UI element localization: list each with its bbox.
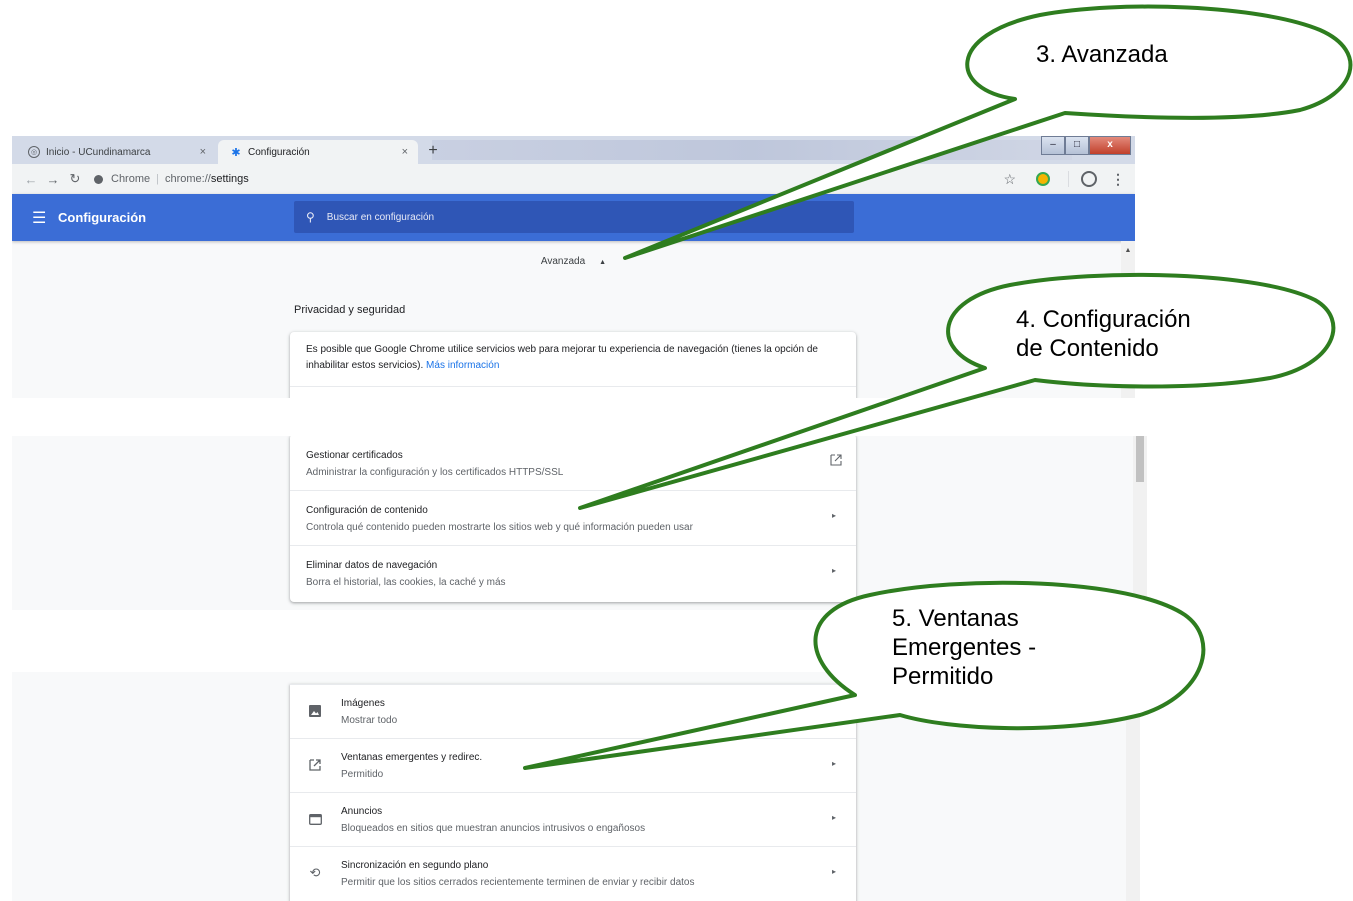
row-content-settings[interactable]: Configuración de contenido Controla qué … xyxy=(290,490,856,545)
chevron-right-icon: ▸ xyxy=(831,867,836,876)
caret-up-icon: ▲ xyxy=(599,259,607,266)
callout-step5-line2: Emergentes - xyxy=(892,634,1037,661)
ads-icon xyxy=(307,811,323,827)
callout-step4-line2: de Contenido xyxy=(1016,335,1159,362)
more-vert-icon[interactable]: ⋮ xyxy=(1111,171,1125,188)
privacy-card: Es posible que Google Chrome utilice ser… xyxy=(290,332,856,398)
settings-screenshot-bottom: Imágenes Mostrar todo Ventanas emergente… xyxy=(12,672,1140,901)
window-controls: – □ x xyxy=(1041,136,1131,155)
row-title: Configuración de contenido xyxy=(306,505,428,516)
callout-step3-text: 3. Avanzada xyxy=(1036,41,1168,68)
callout-step4-text: 4. Configuración de Contenido xyxy=(1016,305,1256,363)
row-clear-browsing-data[interactable]: Eliminar datos de navegación Borra el hi… xyxy=(290,545,856,600)
maximize-button[interactable]: □ xyxy=(1065,136,1089,155)
row-popups[interactable]: Ventanas emergentes y redirec. Permitido… xyxy=(290,738,856,793)
callout-step5-line3: Permitido xyxy=(892,663,994,690)
star-icon[interactable]: ☆ xyxy=(1003,171,1016,188)
row-subtitle: Borra el historial, las cookies, la cach… xyxy=(306,577,506,588)
forward-icon[interactable]: → xyxy=(42,172,64,187)
row-ads[interactable]: Anuncios Bloqueados en sitios que muestr… xyxy=(290,792,856,847)
row-manage-certificates[interactable]: Gestionar certificados Administrar la co… xyxy=(290,436,856,490)
callout-step5-text: 5. Ventanas Emergentes - Permitido xyxy=(892,604,1092,691)
row-subtitle: Administrar la configuración y los certi… xyxy=(306,467,564,478)
content-card: Imágenes Mostrar todo Ventanas emergente… xyxy=(290,684,856,901)
chrome-icon xyxy=(94,174,103,184)
back-icon[interactable]: ← xyxy=(20,172,42,187)
security-card: Gestionar certificados Administrar la co… xyxy=(290,436,856,602)
menu-icon[interactable]: ☰ xyxy=(32,208,46,228)
tab-label: Inicio - UCundinamarca xyxy=(46,146,151,158)
extension-icon[interactable] xyxy=(1036,172,1050,186)
chevron-right-icon: ▸ xyxy=(831,759,836,768)
row-title: Ventanas emergentes y redirec. xyxy=(341,752,483,763)
row-subtitle: Permitido xyxy=(341,769,384,780)
learn-more-link[interactable]: Más información xyxy=(426,360,499,371)
scrollbar[interactable] xyxy=(1126,672,1140,901)
scrollbar[interactable] xyxy=(1133,436,1147,610)
row-images[interactable]: Imágenes Mostrar todo xyxy=(290,684,856,739)
row-background-sync[interactable]: ⟲ Sincronización en segundo plano Permit… xyxy=(290,846,856,901)
search-box[interactable]: ⚲ xyxy=(294,201,854,233)
chevron-right-icon: ▸ xyxy=(831,511,836,520)
settings-header: ☰ Configuración ⚲ xyxy=(12,194,1135,241)
omnibox[interactable]: Chrome | chrome://settings xyxy=(94,173,249,185)
tabstrip-background xyxy=(432,140,1072,160)
callout-step4-line1: 4. Configuración xyxy=(1016,306,1191,333)
toolbar-right: ☆ ⋮ xyxy=(1003,164,1135,194)
tab-label: Configuración xyxy=(248,146,310,158)
tab-inicio[interactable]: ◎ Inicio - UCundinamarca × xyxy=(16,140,216,164)
row-title: Imágenes xyxy=(341,698,385,709)
row-subtitle: Mostrar todo xyxy=(341,715,398,726)
image-icon xyxy=(307,703,323,719)
omnibox-url: chrome://settings xyxy=(164,173,249,185)
toolbar: ← → ↻ Chrome | chrome://settings ☆ ⋮ xyxy=(12,164,1135,195)
site-globe-icon: ◎ xyxy=(28,146,40,158)
toolbar-divider xyxy=(1068,171,1069,187)
row-subtitle: Controla qué contenido pueden mostrarte … xyxy=(306,522,693,533)
page-title: Configuración xyxy=(58,210,147,225)
privacy-intro: Es posible que Google Chrome utilice ser… xyxy=(290,332,856,384)
advanced-toggle[interactable]: Avanzada ▲ xyxy=(12,256,1135,267)
settings-screenshot-top: ◎ Inicio - UCundinamarca × ✱ Configuraci… xyxy=(12,136,1135,398)
callout-step5-line1: 5. Ventanas xyxy=(892,605,1019,632)
close-window-button[interactable]: x xyxy=(1089,136,1131,155)
profile-icon[interactable] xyxy=(1081,171,1097,187)
chevron-right-icon: ▸ xyxy=(831,566,836,575)
advanced-label: Avanzada xyxy=(540,256,586,267)
settings-screenshot-middle: Gestionar certificados Administrar la co… xyxy=(12,436,1147,610)
section-title: Privacidad y seguridad xyxy=(294,304,406,316)
new-tab-button[interactable]: + xyxy=(423,142,443,160)
open-in-new-icon xyxy=(830,454,842,466)
tab-close-icon[interactable]: × xyxy=(200,146,206,158)
privacy-intro-text: Es posible que Google Chrome utilice ser… xyxy=(306,344,818,371)
scroll-up-icon[interactable]: ▲ xyxy=(1121,247,1135,254)
row-title: Eliminar datos de navegación xyxy=(306,560,438,571)
row-title: Gestionar certificados xyxy=(306,450,403,461)
row-title: Sincronización en segundo plano xyxy=(341,860,489,871)
divider xyxy=(290,386,856,387)
search-icon: ⚲ xyxy=(306,210,315,224)
tab-strip: ◎ Inicio - UCundinamarca × ✱ Configuraci… xyxy=(12,136,1135,164)
row-title: Anuncios xyxy=(341,806,383,817)
chevron-right-icon: ▸ xyxy=(831,813,836,822)
tab-configuracion[interactable]: ✱ Configuración × xyxy=(218,140,418,164)
row-subtitle: Permitir que los sitios cerrados recient… xyxy=(341,877,695,888)
minimize-button[interactable]: – xyxy=(1041,136,1065,155)
search-input[interactable] xyxy=(324,210,729,224)
sync-icon: ⟲ xyxy=(309,865,321,880)
omnibox-site: Chrome xyxy=(111,173,151,185)
omnibox-separator: | xyxy=(156,173,159,185)
settings-icon: ✱ xyxy=(231,146,241,159)
row-subtitle: Bloqueados en sitios que muestran anunci… xyxy=(341,823,646,834)
tab-close-icon[interactable]: × xyxy=(402,146,408,158)
popup-icon xyxy=(307,757,323,773)
reload-icon[interactable]: ↻ xyxy=(64,171,86,187)
scrollbar-thumb[interactable] xyxy=(1136,436,1144,482)
